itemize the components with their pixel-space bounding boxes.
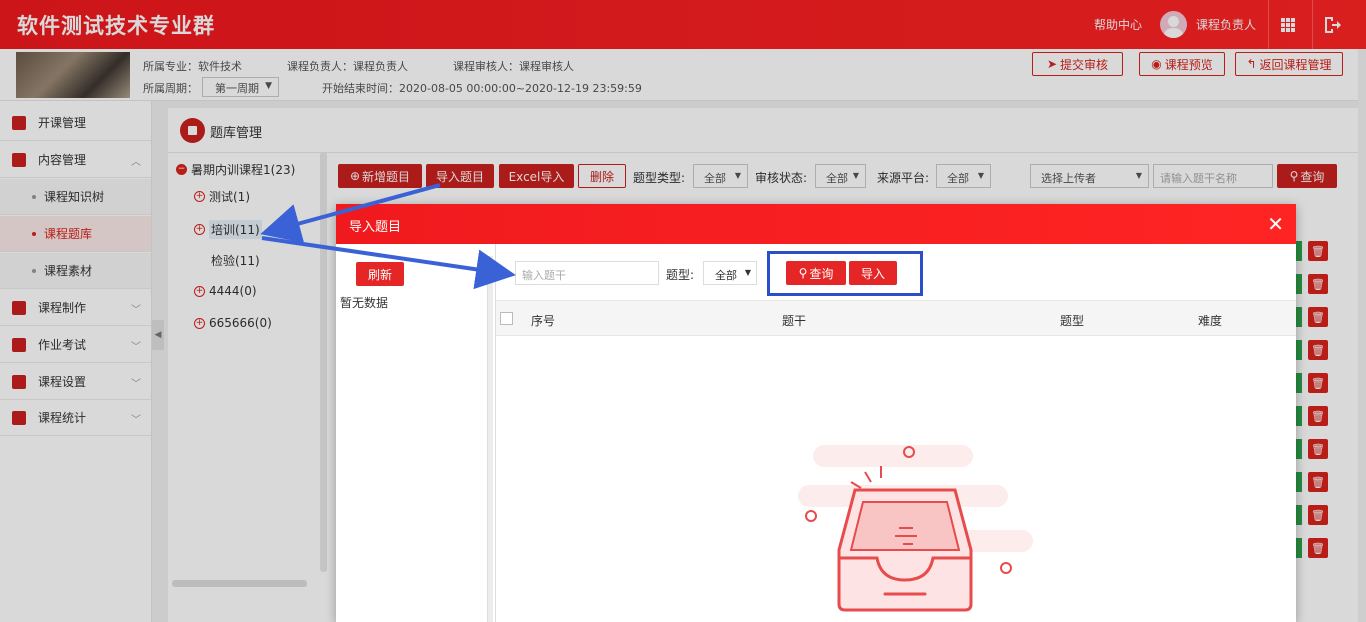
refresh-button[interactable]: 刷新	[356, 262, 404, 286]
modal-query-button[interactable]: ⚲ 查询	[786, 261, 846, 285]
search-icon: ⚲	[798, 266, 808, 280]
column-index: 序号	[531, 314, 556, 328]
modal-header: 导入题目 ✕	[336, 204, 1296, 244]
table-header: 序号 题干 题型 难度	[496, 300, 1296, 336]
modal-title: 导入题目	[349, 220, 402, 235]
select-all-checkbox[interactable]	[500, 312, 513, 325]
modal-left-scrollbar[interactable]	[487, 256, 493, 622]
column-type: 题型	[1060, 314, 1085, 328]
column-stem: 题干	[782, 314, 807, 328]
no-data-text: 暂无数据	[340, 296, 389, 310]
question-type-select[interactable]: 全部 ▼	[703, 261, 757, 285]
empty-inbox-illustration	[798, 445, 1033, 612]
caret-down-icon: ▼	[744, 268, 751, 277]
question-type-label: 题型:	[666, 268, 695, 282]
question-stem-input[interactable]: 输入题干	[515, 261, 659, 285]
modal-tree-panel: 刷新 暂无数据	[336, 244, 496, 622]
column-difficulty: 难度	[1198, 314, 1223, 328]
close-icon[interactable]: ✕	[1267, 212, 1284, 236]
modal-import-button[interactable]: 导入	[849, 261, 897, 285]
